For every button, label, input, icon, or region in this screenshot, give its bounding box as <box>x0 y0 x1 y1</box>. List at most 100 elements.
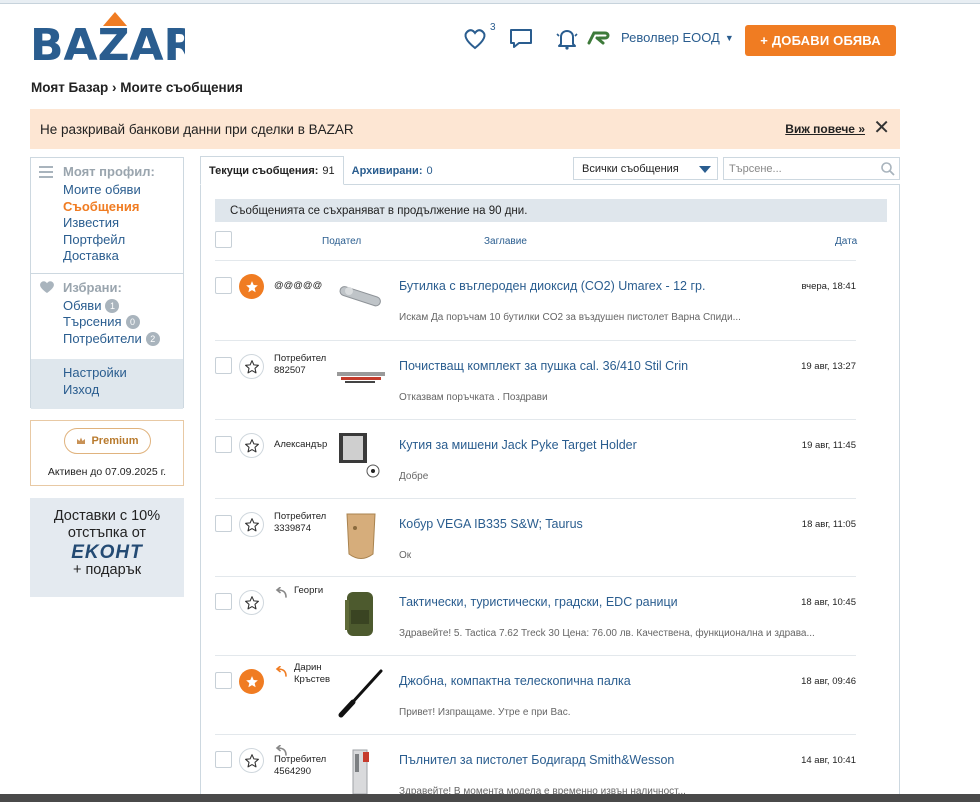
message-row[interactable]: Дарин Кръстев Джобна, компактна телескопич… <box>215 655 856 734</box>
message-title-link[interactable]: Кобур VEGA IB335 S&W; Taurus <box>399 517 583 531</box>
message-title-link[interactable]: Кутия за мишени Jack Pyke Target Holder <box>399 438 637 452</box>
fav-searches-label: Търсения <box>63 314 122 329</box>
message-date: 19 авг, 11:45 <box>801 440 856 451</box>
message-date: 18 авг, 09:46 <box>801 676 856 687</box>
row-checkbox[interactable] <box>215 672 232 689</box>
econt-line2: отстъпка от <box>67 525 147 541</box>
baton-image[interactable] <box>335 667 387 719</box>
sidebar-item-fav-listings[interactable]: Обяви 1 <box>39 298 175 315</box>
magazine-image[interactable] <box>335 746 387 798</box>
message-preview: Добре <box>399 471 429 482</box>
row-checkbox[interactable] <box>215 357 232 374</box>
crown-icon <box>77 437 86 444</box>
column-date[interactable]: Дата <box>835 236 857 247</box>
row-checkbox[interactable] <box>215 515 232 532</box>
search-icon[interactable] <box>881 162 895 176</box>
tab-current-messages[interactable]: Текущи съобщения: 91 <box>200 156 344 185</box>
message-date: 18 авг, 10:45 <box>801 597 856 608</box>
star-icon[interactable] <box>239 433 264 458</box>
sidebar-item-delivery[interactable]: Доставка <box>39 248 175 265</box>
company-menu[interactable]: Револвер ЕООД ▼ <box>585 30 734 45</box>
message-date: 14 авг, 10:41 <box>801 755 856 766</box>
premium-label: Premium <box>91 435 139 447</box>
message-title-link[interactable]: Джобна, компактна телескопична палка <box>399 674 631 688</box>
sidebar-item-logout[interactable]: Изход <box>39 382 175 399</box>
row-checkbox[interactable] <box>215 436 232 453</box>
sidebar-item-fav-searches[interactable]: Търсения 0 <box>39 314 175 331</box>
row-checkbox[interactable] <box>215 277 232 294</box>
notice-more-link[interactable]: Виж повече » <box>785 122 865 136</box>
message-row[interactable]: Потребител 4564290 Пълнител за пистолет Бо… <box>215 734 856 802</box>
holster-image[interactable] <box>335 510 387 562</box>
retention-info: Съобщенията се съхраняват в продължение … <box>215 199 887 222</box>
company-name: Револвер ЕООД <box>621 30 720 45</box>
target-holder-image[interactable] <box>335 431 387 483</box>
star-icon[interactable] <box>239 748 264 773</box>
count-badge: 1 <box>105 298 120 313</box>
star-icon[interactable] <box>239 274 264 299</box>
tab-archived[interactable]: Архивирани: 0 <box>344 156 441 185</box>
menu-icon <box>39 165 57 178</box>
settings-section: Настройки Изход <box>31 359 183 409</box>
sender-name[interactable]: Георги <box>294 585 323 597</box>
sender-name[interactable]: @@@@@ <box>274 280 322 292</box>
sender-name[interactable]: Потребител 882507 <box>274 353 326 376</box>
sidebar-item-wallet[interactable]: Портфейл <box>39 232 175 249</box>
sender-name[interactable]: Александър <box>274 439 327 451</box>
message-title-link[interactable]: Тактически, туристически, градски, EDC р… <box>399 595 678 609</box>
message-row[interactable]: @@@@@ Бутилка с въглероден диоксид (CO2) … <box>215 260 856 340</box>
header-icons: 3 <box>462 22 600 52</box>
heart-icon[interactable]: 3 <box>462 22 496 52</box>
message-preview: Ок <box>399 550 412 561</box>
message-title-link[interactable]: Бутилка с въглероден диоксид (CO2) Umare… <box>399 279 705 293</box>
message-row[interactable]: Потребител 3339874 Кобур VEGA IB335 S&W; T… <box>215 498 856 576</box>
backpack-image[interactable] <box>335 588 387 640</box>
search-placeholder: Търсене... <box>729 162 782 175</box>
message-tabs: Текущи съобщения: 91 Архивирани: 0 <box>200 156 441 185</box>
fav-users-label: Потребители <box>63 330 142 346</box>
row-checkbox[interactable] <box>215 593 232 610</box>
bazar-logo[interactable]: BAZAR <box>30 8 197 71</box>
sidebar: Моят профил: Моите обяви Съобщения Извес… <box>30 157 184 409</box>
sidebar-item-notifications[interactable]: Известия <box>39 215 175 232</box>
tab-archived-count: 0 <box>426 164 433 177</box>
row-checkbox[interactable] <box>215 751 232 768</box>
chevron-down-icon: ▼ <box>724 32 734 43</box>
count-badge: 0 <box>125 315 140 329</box>
sender-line1: Дарин <box>294 662 322 673</box>
econt-promo[interactable]: Доставки с 10% отстъпка от EKOHT + подар… <box>30 498 184 597</box>
message-row[interactable]: Потребител 882507 Почистващ комплект за пу… <box>215 340 856 419</box>
bell-icon[interactable] <box>554 26 580 52</box>
sidebar-item-my-listings[interactable]: Моите обяви <box>39 182 175 199</box>
chat-bubble-icon[interactable] <box>508 26 534 52</box>
message-row[interactable]: Георги Тактически, туристически, градски,… <box>215 576 856 655</box>
favorites-heading-label: Избрани: <box>63 279 122 295</box>
sender-name[interactable]: Потребител 3339874 <box>274 511 326 534</box>
sidebar-item-messages[interactable]: Съобщения <box>39 199 175 216</box>
search-input[interactable]: Търсене... <box>723 157 900 180</box>
message-row[interactable]: Александър Кутия за мишени Jack Pyke Targ… <box>215 419 856 498</box>
message-filter-select[interactable]: Всички съобщения <box>573 157 718 180</box>
sender-name[interactable]: Потребител 4564290 <box>274 754 326 777</box>
sender-name[interactable]: Дарин Кръстев <box>294 662 330 685</box>
message-title-link[interactable]: Почистващ комплект за пушка cal. 36/410 … <box>399 359 688 373</box>
star-icon[interactable] <box>239 590 264 615</box>
heart-icon <box>39 280 57 294</box>
star-icon[interactable] <box>239 669 264 694</box>
close-icon[interactable]: ✕ <box>873 118 890 138</box>
message-title-link[interactable]: Пълнител за пистолет Бодигард Smith&Wess… <box>399 753 674 767</box>
sidebar-item-settings[interactable]: Настройки <box>39 365 175 382</box>
select-all-checkbox[interactable] <box>215 231 232 248</box>
message-preview: Отказвам поръчката . Поздрави <box>399 392 548 403</box>
column-sender[interactable]: Подател <box>322 236 361 247</box>
add-listing-button[interactable]: + ДОБАВИ ОБЯВА <box>745 25 896 56</box>
column-title[interactable]: Заглавие <box>484 236 527 247</box>
sidebar-item-fav-users[interactable]: Потребители 2 <box>39 331 175 348</box>
cleaning-kit-image[interactable] <box>335 352 387 404</box>
star-icon[interactable] <box>239 512 264 537</box>
sender-line2: 882507 <box>274 364 306 376</box>
co2-capsule-image[interactable] <box>335 272 387 324</box>
premium-badge[interactable]: Premium <box>64 428 151 454</box>
premium-box: Premium Активен до 07.09.2025 г. <box>30 420 184 486</box>
star-icon[interactable] <box>239 354 264 379</box>
